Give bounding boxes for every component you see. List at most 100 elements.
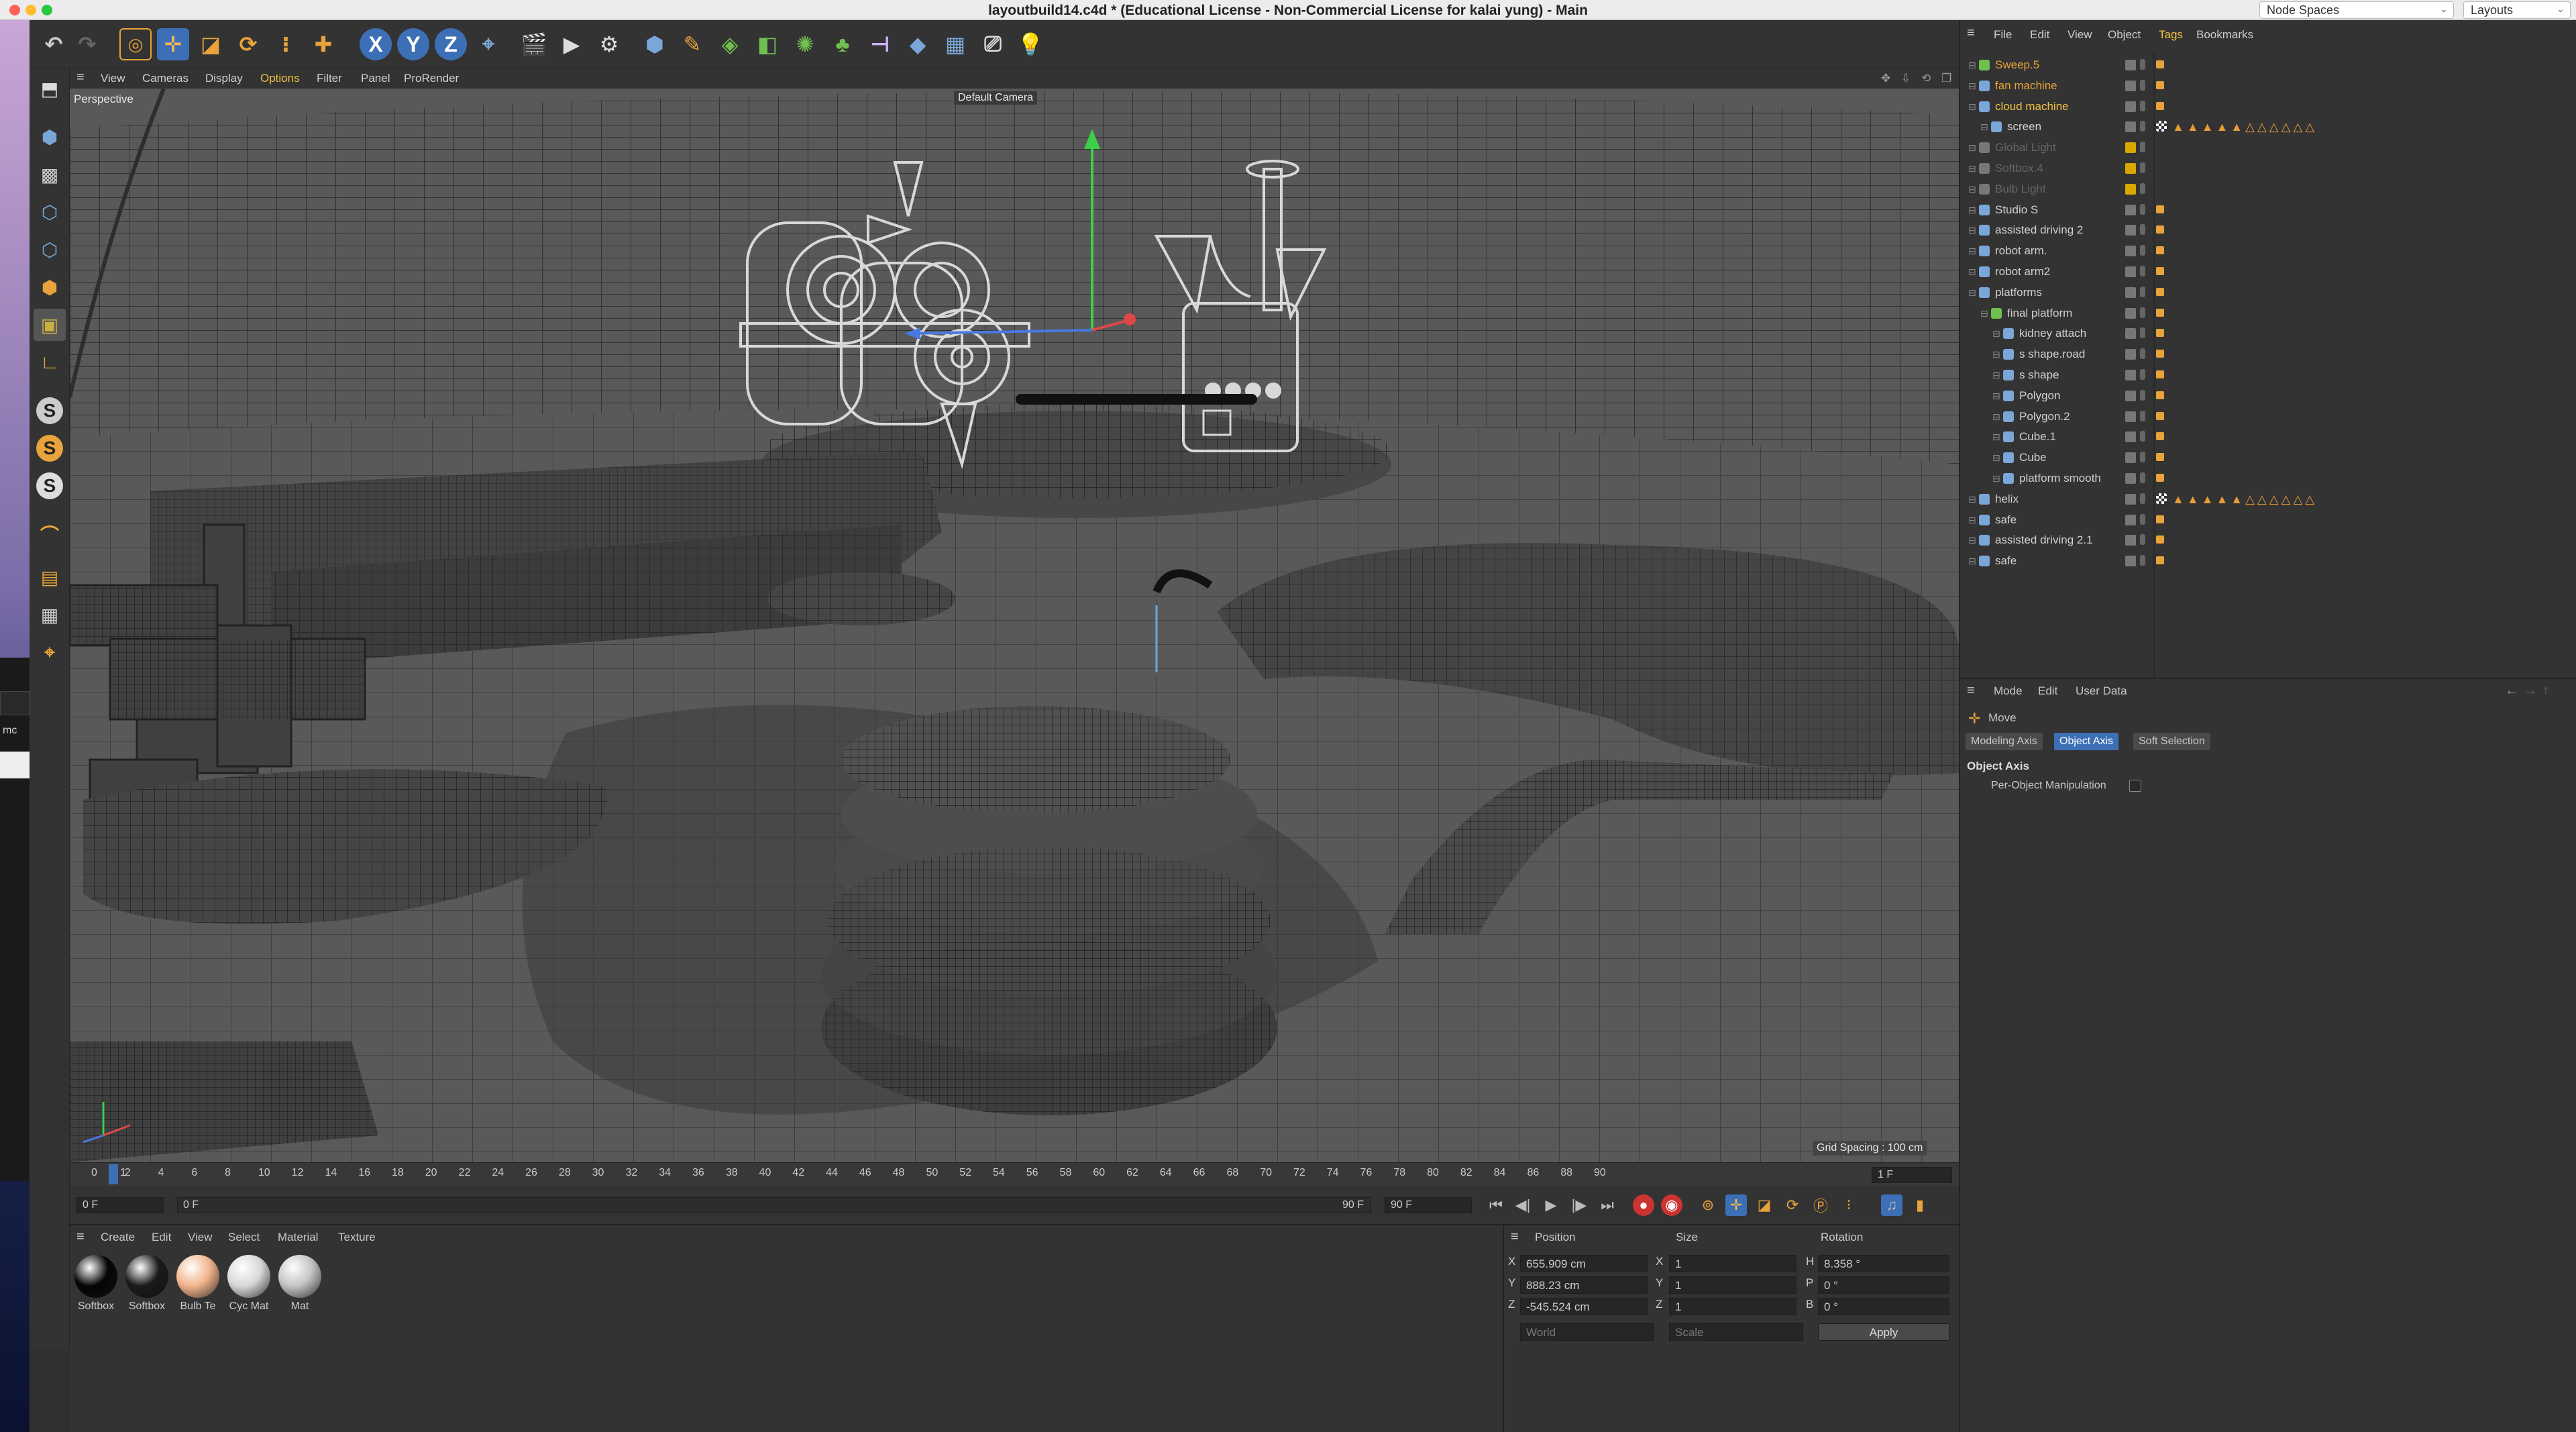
render-view-icon[interactable]: 🎬	[518, 28, 550, 60]
sketch-tag-icon[interactable]: ▲▲▲▲▲△△△△△△	[2172, 489, 2317, 509]
visibility-toggle-icon[interactable]	[2125, 80, 2136, 91]
hamburger-icon[interactable]: ≡	[76, 1229, 85, 1245]
back-arrow-icon[interactable]: ←	[2505, 683, 2518, 699]
menu-prorender[interactable]: ProRender	[404, 72, 459, 85]
material-swatch[interactable]: Softbox	[123, 1255, 170, 1313]
scale-tool-icon[interactable]: ◪	[195, 28, 227, 60]
render-dot-icon[interactable]	[2140, 389, 2145, 401]
object-name[interactable]: robot arm.	[1995, 241, 2047, 261]
menu-view[interactable]: View	[101, 72, 125, 85]
lock-x-axis-button[interactable]: X	[360, 28, 392, 60]
material-swatch[interactable]: Cyc Mat	[225, 1255, 272, 1313]
texture-tag-icon[interactable]	[2156, 493, 2167, 504]
obj-menu-edit[interactable]: Edit	[2030, 28, 2049, 42]
visibility-toggle-icon[interactable]	[2125, 287, 2136, 298]
select-tool-icon[interactable]: ◎	[119, 28, 152, 60]
grid-snap-icon[interactable]: ▦	[34, 599, 66, 631]
per-object-manipulation-checkbox[interactable]	[2129, 780, 2141, 792]
visibility-toggle-icon[interactable]	[2125, 514, 2136, 525]
expand-toggle-icon[interactable]: ⊟	[1968, 551, 1976, 571]
expand-toggle-icon[interactable]: ⊟	[1968, 97, 1976, 117]
maximize-view-icon[interactable]: ❐	[1941, 72, 1951, 85]
render-picture-viewer-icon[interactable]: ▶	[555, 28, 588, 60]
position-field[interactable]: 888.23 cm	[1520, 1276, 1648, 1294]
key-position-icon[interactable]: ✛	[1725, 1194, 1747, 1216]
object-name[interactable]: Softbox.4	[1995, 158, 2043, 178]
render-dot-icon[interactable]	[2140, 307, 2145, 318]
phong-tag-icon[interactable]	[2156, 101, 2164, 110]
hamburger-icon[interactable]: ≡	[1967, 683, 1975, 699]
object-name[interactable]: screen	[2007, 117, 2041, 137]
object-row[interactable]: ⊟ Global Light	[1968, 138, 2564, 158]
visibility-toggle-icon[interactable]	[2125, 370, 2136, 380]
visibility-toggle-icon[interactable]	[2125, 204, 2136, 215]
subdivision-surface-icon[interactable]: ◈	[714, 28, 746, 60]
render-dot-icon[interactable]	[2140, 327, 2145, 339]
lock-workplane-icon[interactable]: ⌖	[34, 636, 66, 668]
phong-tag-icon[interactable]	[2156, 432, 2164, 441]
go-to-start-icon[interactable]: ⏮	[1485, 1194, 1507, 1216]
tab-object-axis[interactable]: Object Axis	[2054, 733, 2119, 750]
phong-tag-icon[interactable]	[2156, 391, 2164, 399]
render-dot-icon[interactable]	[2140, 348, 2145, 360]
visibility-toggle-icon[interactable]	[2125, 535, 2136, 546]
deformer-icon[interactable]: ⊣	[864, 28, 896, 60]
object-row[interactable]: ⊟ helix ▲▲▲▲▲△△△△△△	[1968, 489, 2564, 509]
lock-z-axis-button[interactable]: Z	[435, 28, 467, 60]
visibility-toggle-icon[interactable]	[2125, 556, 2136, 567]
visibility-toggle-icon[interactable]	[2125, 101, 2136, 112]
texture-mode-icon[interactable]: ▩	[34, 158, 66, 191]
go-to-end-icon[interactable]: ⏭	[1597, 1194, 1618, 1216]
object-row[interactable]: ⊟ screen ▲▲▲▲▲△△△△△△	[1974, 117, 2564, 137]
timeline-ruler[interactable]: 0 2 4 6 8 10 12 14 16 18 20 22 24 26 28 30 32 34 36 38 40 42 4…	[70, 1162, 1959, 1186]
mat-menu-edit[interactable]: Edit	[152, 1231, 171, 1244]
coordinate-space-dropdown[interactable]: World	[1520, 1323, 1654, 1341]
object-name[interactable]: fan machine	[1995, 76, 2057, 96]
phong-tag-icon[interactable]	[2156, 350, 2164, 358]
obj-menu-file[interactable]: File	[1994, 28, 2012, 42]
expand-toggle-icon[interactable]: ⊟	[1968, 138, 1976, 158]
expand-toggle-icon[interactable]: ⊟	[1968, 241, 1976, 261]
visibility-toggle-icon[interactable]	[2125, 121, 2136, 133]
mat-menu-material[interactable]: Material	[278, 1231, 318, 1244]
polygons-mode-icon[interactable]: ⬢	[34, 271, 66, 303]
hamburger-icon[interactable]: ≡	[1967, 25, 1975, 41]
expand-toggle-icon[interactable]: ⊟	[1992, 344, 2000, 364]
attr-menu-mode[interactable]: Mode	[1994, 684, 2023, 698]
play-icon[interactable]: ▶	[1540, 1194, 1562, 1216]
mat-menu-select[interactable]: Select	[228, 1231, 260, 1244]
expand-toggle-icon[interactable]: ⊟	[1968, 510, 1976, 530]
visibility-toggle-icon[interactable]	[2125, 390, 2136, 401]
object-row[interactable]: ⊟ cloud machine	[1968, 97, 2564, 117]
obj-menu-tags[interactable]: Tags	[2159, 28, 2183, 42]
object-name[interactable]: s shape	[2019, 365, 2059, 385]
camera-label[interactable]: Default Camera	[954, 91, 1038, 105]
obj-menu-object[interactable]: Object	[2108, 28, 2141, 42]
visibility-toggle-icon[interactable]	[2125, 266, 2136, 277]
render-dot-icon[interactable]	[2140, 224, 2145, 236]
pan-view-icon[interactable]: ✥	[1881, 72, 1890, 85]
forward-arrow-icon[interactable]: →	[2524, 683, 2537, 699]
object-name[interactable]: assisted driving 2	[1995, 220, 2083, 240]
expand-toggle-icon[interactable]: ⊟	[1968, 55, 1976, 75]
object-row[interactable]: ⊟ Polygon	[1974, 386, 2564, 406]
size-mode-dropdown[interactable]: Scale	[1669, 1323, 1803, 1341]
object-row[interactable]: ⊟ assisted driving 2	[1968, 220, 2564, 240]
size-field[interactable]: 1	[1669, 1298, 1796, 1315]
hamburger-icon[interactable]: ≡	[1511, 1229, 1519, 1245]
object-row[interactable]: ⊟ Sweep.5	[1968, 55, 2564, 75]
visibility-toggle-icon[interactable]	[2125, 142, 2136, 154]
phong-tag-icon[interactable]	[2156, 535, 2164, 544]
visibility-toggle-icon[interactable]	[2125, 473, 2136, 484]
sketch-tag-icon[interactable]: ▲▲▲▲▲△△△△△△	[2172, 117, 2317, 137]
render-dot-icon[interactable]	[2140, 452, 2145, 463]
soft-selection-s-icon[interactable]: S	[36, 435, 63, 462]
symmetry-s-icon[interactable]: S	[36, 472, 63, 499]
phong-tag-icon[interactable]	[2156, 287, 2164, 296]
object-name[interactable]: platforms	[1995, 283, 2042, 303]
phong-tag-icon[interactable]	[2156, 556, 2164, 565]
render-dot-icon[interactable]	[2140, 79, 2145, 91]
object-row[interactable]: ⊟ robot arm2	[1968, 262, 2564, 282]
visibility-toggle-icon[interactable]	[2125, 225, 2136, 236]
key-parameter-icon[interactable]: Ⓟ	[1810, 1194, 1831, 1216]
